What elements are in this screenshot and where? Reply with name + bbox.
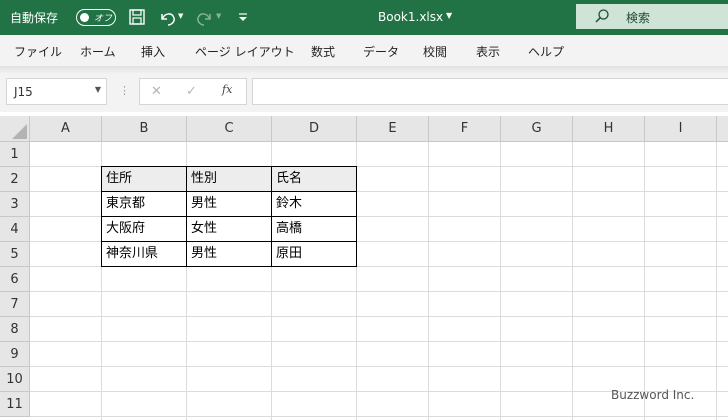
tab-data[interactable]: データ [363,43,399,60]
row-header-10[interactable]: 10 [0,367,30,392]
row-header-9[interactable]: 9 [0,342,30,367]
cancel-icon: ✕ [151,84,162,99]
name-box[interactable]: J15 ▼ [6,78,107,105]
title-bar: 自動保存 オフ ▼ ▼ Book1.xlsx ▼ 検索 [0,0,728,35]
tab-review[interactable]: 校閲 [423,43,447,60]
select-all-button[interactable] [0,116,30,142]
table-cell[interactable]: 東京都 [101,191,187,217]
redo-dropdown-icon: ▼ [216,12,222,20]
row-header-7[interactable]: 7 [0,292,30,317]
worksheet[interactable] [0,116,728,420]
row-header-6[interactable]: 6 [0,267,30,292]
column-header-f[interactable]: F [429,116,501,142]
row-header-11[interactable]: 11 [0,392,30,417]
tab-view[interactable]: 表示 [476,43,500,60]
gridline [30,316,728,317]
column-header-e[interactable]: E [357,116,429,142]
select-all-triangle-icon [12,124,27,139]
ribbon-tabs: ファイル ホーム 挿入 ページ レイアウト 数式 データ 校閲 表示 ヘルプ [0,35,728,66]
column-header-d[interactable]: D [272,116,357,142]
table-cell[interactable]: 鈴木 [271,191,357,217]
table-header-cell[interactable]: 住所 [101,166,187,192]
row-header-8[interactable]: 8 [0,317,30,342]
enter-icon: ✓ [186,84,197,99]
tab-insert[interactable]: 挿入 [141,43,165,60]
ribbon-divider [0,66,728,74]
autosave-label: 自動保存 [10,11,59,25]
customize-toolbar-icon[interactable] [233,6,255,28]
column-header-g[interactable]: G [501,116,573,142]
tab-formulas[interactable]: 数式 [311,43,335,60]
name-box-dropdown-icon[interactable]: ▼ [95,85,101,94]
redo-icon [197,13,211,26]
tab-help[interactable]: ヘルプ [528,43,564,60]
undo-dropdown-icon[interactable]: ▼ [178,12,188,22]
table-cell[interactable]: 男性 [186,191,272,217]
column-header-h[interactable]: H [573,116,645,142]
autosave-state: オフ [94,14,113,24]
column-header-b[interactable]: B [102,116,187,142]
row-header-4[interactable]: 4 [0,217,30,242]
search-icon [595,9,609,23]
table-cell[interactable]: 原田 [271,241,357,267]
tab-file[interactable]: ファイル [14,43,62,60]
document-title[interactable]: Book1.xlsx [378,10,443,24]
gridline [500,142,501,420]
undo-icon[interactable] [156,6,178,28]
insert-function-icon[interactable]: fx [222,83,232,96]
row-header-2[interactable]: 2 [0,167,30,192]
column-header-i[interactable]: I [645,116,717,142]
gridline [716,142,717,420]
column-header-a[interactable]: A [30,116,102,142]
tab-home[interactable]: ホーム [80,43,116,60]
table-header-cell[interactable]: 氏名 [271,166,357,192]
gridline [572,142,573,420]
table-cell[interactable]: 高橋 [271,216,357,242]
gridline [30,416,728,417]
gridline [428,142,429,420]
column-header-c[interactable]: C [187,116,272,142]
formula-input[interactable] [252,78,728,105]
search-box[interactable]: 検索 [576,4,728,29]
gridline [30,366,728,367]
search-placeholder: 検索 [626,11,651,25]
table-cell[interactable]: 女性 [186,216,272,242]
table-header-cell[interactable]: 性別 [186,166,272,192]
row-header-5[interactable]: 5 [0,242,30,267]
formula-bar-grip-icon[interactable]: ⋮ [119,84,130,97]
row-header-1[interactable]: 1 [0,142,30,167]
watermark: Buzzword Inc. [611,388,695,402]
toggle-knob [80,13,89,22]
table-cell[interactable]: 大阪府 [101,216,187,242]
tab-page-layout[interactable]: ページ レイアウト [195,43,295,60]
table-cell[interactable]: 神奈川県 [101,241,187,267]
autosave-toggle[interactable]: オフ [76,9,116,26]
name-box-value: J15 [14,85,33,99]
row-header-3[interactable]: 3 [0,192,30,217]
table-cell[interactable]: 男性 [186,241,272,267]
gridline [644,142,645,420]
column-header-partial[interactable] [717,116,728,142]
title-chevron-icon[interactable]: ▼ [446,11,452,20]
gridline [30,341,728,342]
gridline [30,291,728,292]
save-icon[interactable] [126,6,148,28]
